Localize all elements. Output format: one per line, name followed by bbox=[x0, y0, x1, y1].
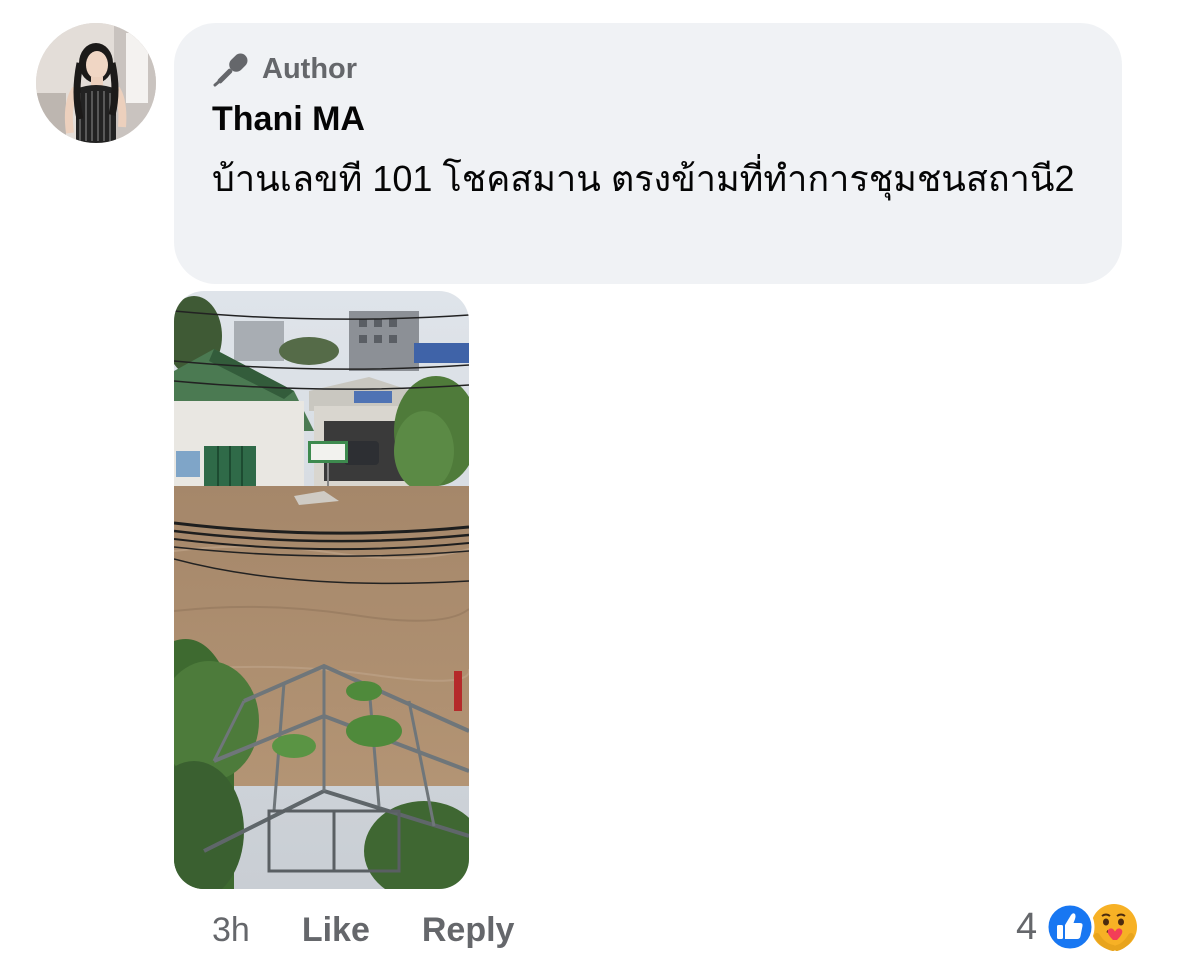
comment-bubble: Author Thani MA บ้านเลขที 101 โชคสมาน ตร… bbox=[174, 23, 1122, 284]
author-avatar[interactable] bbox=[36, 23, 156, 143]
like-button[interactable]: Like bbox=[302, 911, 370, 950]
reactions-summary[interactable]: 4 bbox=[1016, 901, 1141, 953]
comment-text: บ้านเลขที 101 โชคสมาน ตรงข้ามที่ทำการชุม… bbox=[212, 158, 1075, 199]
flood-photo bbox=[174, 291, 469, 889]
author-name[interactable]: Thani MA bbox=[212, 99, 1122, 139]
microphone-icon bbox=[213, 53, 248, 87]
comment-timestamp[interactable]: 3h bbox=[212, 911, 250, 950]
reaction-icons bbox=[1045, 902, 1141, 952]
author-badge: Author bbox=[212, 49, 1122, 89]
comment-photo[interactable] bbox=[174, 291, 469, 889]
reply-button[interactable]: Reply bbox=[422, 911, 515, 950]
reaction-count: 4 bbox=[1016, 905, 1038, 948]
care-reaction-icon bbox=[1091, 904, 1138, 951]
avatar-image bbox=[36, 23, 156, 143]
author-badge-label: Author bbox=[262, 52, 358, 85]
comment-container: Author Thani MA บ้านเลขที 101 โชคสมาน ตร… bbox=[0, 0, 1179, 971]
like-reaction-icon bbox=[1045, 902, 1095, 952]
comment-actions: 3h Like Reply bbox=[212, 908, 566, 952]
